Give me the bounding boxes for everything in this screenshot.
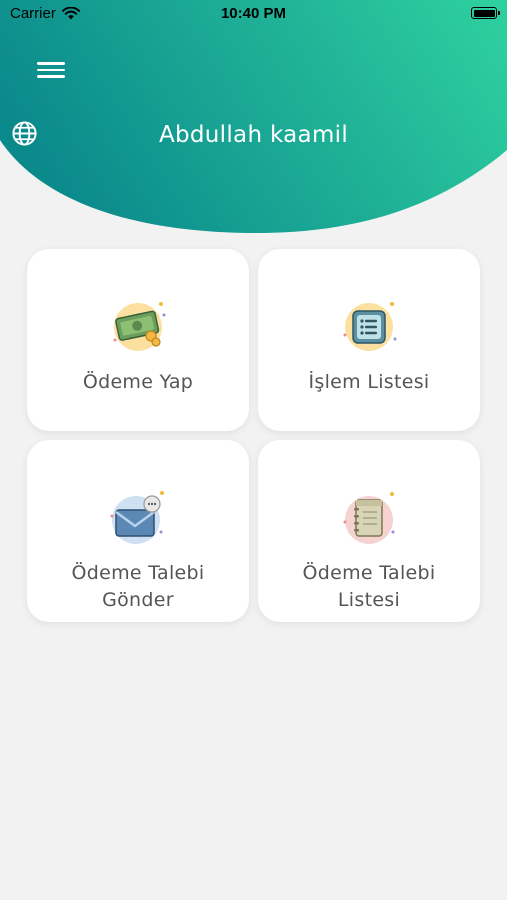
envelope-icon <box>110 491 164 544</box>
battery-icon <box>471 7 500 19</box>
card-label: İşlem Listesi <box>308 371 430 393</box>
send-payment-request-card[interactable]: Ödeme Talebi Gönder <box>27 440 249 622</box>
hamburger-menu-icon[interactable] <box>34 58 68 82</box>
pay-card[interactable]: Ödeme Yap <box>27 249 249 431</box>
payment-request-list-card[interactable]: Ödeme Talebi Listesi <box>258 440 480 622</box>
notebook-icon <box>343 492 395 544</box>
wifi-icon <box>61 6 80 19</box>
status-left: Carrier <box>10 5 80 22</box>
user-name: Abdullah kaamil <box>158 122 349 148</box>
carrier-label: Carrier <box>10 4 56 22</box>
card-label: Ödeme Yap <box>82 371 194 393</box>
card-label: Ödeme Talebi Gönder <box>71 562 205 611</box>
status-bar: Carrier 10:40 PM <box>0 0 507 26</box>
transaction-list-card[interactable]: İşlem Listesi <box>258 249 480 431</box>
card-label: Ödeme Talebi Listesi <box>302 562 436 611</box>
money-icon <box>113 302 166 351</box>
list-icon <box>343 302 397 351</box>
header-background <box>0 0 507 234</box>
